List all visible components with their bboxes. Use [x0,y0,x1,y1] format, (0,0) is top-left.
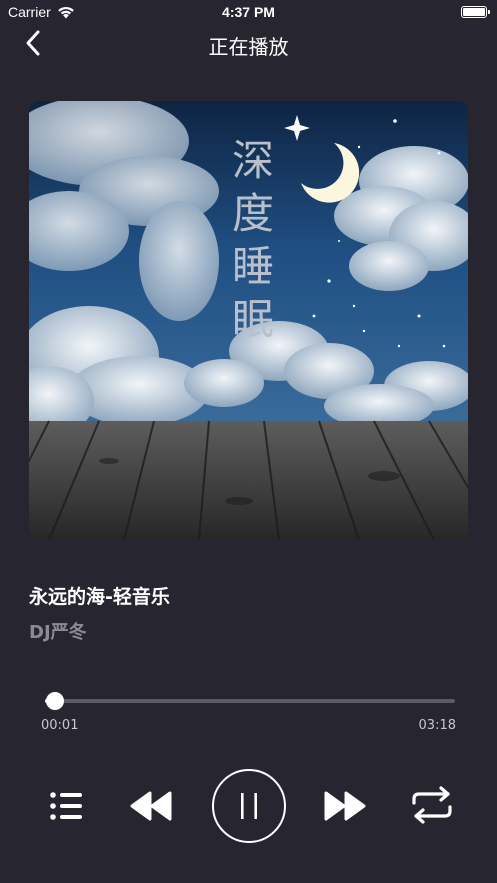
progress-slider[interactable] [45,692,455,710]
progress-thumb[interactable] [46,692,64,710]
pause-icon [241,793,257,819]
status-time: 4:37 PM [222,4,275,20]
play-pause-button[interactable] [212,769,286,843]
song-title: 永远的海-轻音乐 [29,586,170,608]
current-time: 00:01 [41,718,79,733]
rewind-icon [130,791,172,821]
cover-text-3: 睡 [232,242,274,291]
fast-forward-icon [324,791,366,821]
previous-button[interactable] [126,785,176,827]
navigation-bar: 正在播放 [0,26,497,62]
page-title: 正在播放 [208,35,289,59]
next-button[interactable] [320,785,370,827]
progress-track [45,699,455,703]
battery-icon [461,6,490,18]
cover-text-2: 度 [232,189,274,238]
playlist-button[interactable] [45,785,87,827]
list-icon [50,792,82,820]
cover-text-1: 深 [232,136,274,185]
total-time: 03:18 [418,718,456,733]
album-cover: 深 度 睡 眠 [29,101,468,540]
artist-name: DJ严冬 [29,622,87,643]
repeat-icon [412,786,452,824]
repeat-button[interactable] [408,783,456,827]
cover-text-4: 眠 [232,295,274,344]
status-bar: Carrier 4:37 PM [0,0,497,26]
